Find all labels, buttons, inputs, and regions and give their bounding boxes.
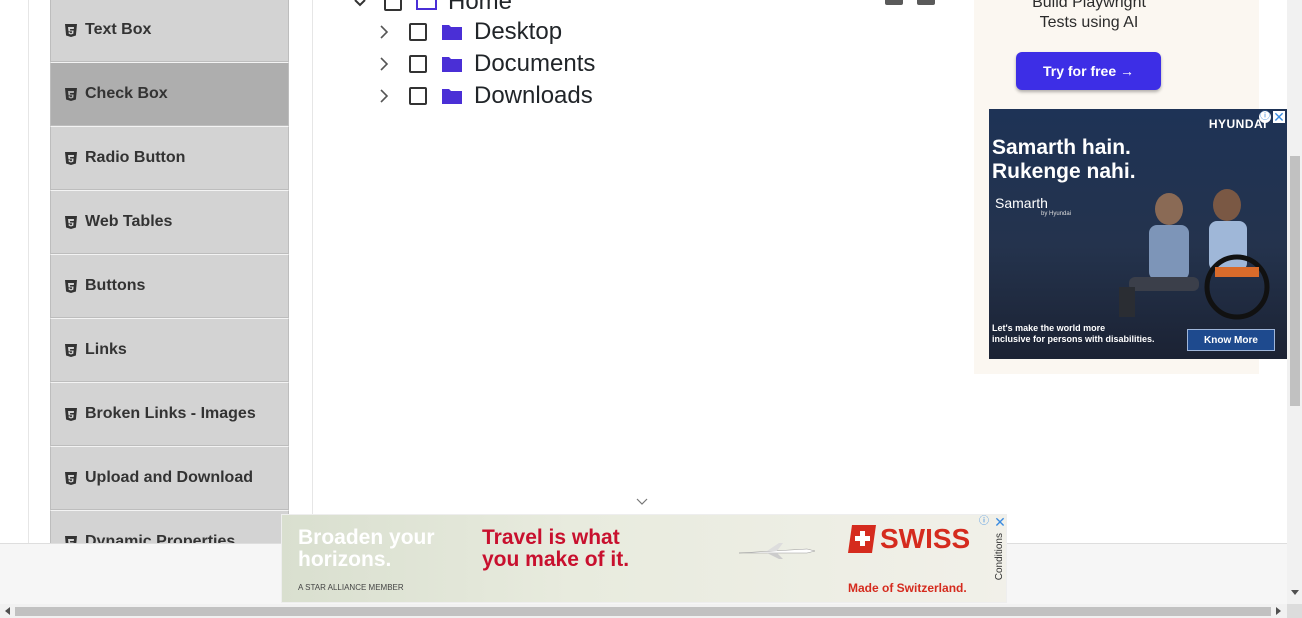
ad-close-icon[interactable]: ✕ (1273, 110, 1285, 124)
html5-icon (65, 471, 77, 485)
tree-node-label: Downloads (474, 82, 593, 109)
tree-node-label: Desktop (474, 18, 563, 45)
ad-headline-left: Broaden your horizons. (298, 526, 435, 571)
html5-icon (65, 23, 77, 37)
horizontal-scrollbar[interactable] (0, 604, 1287, 618)
try-for-free-button[interactable]: Try for free → (1016, 52, 1161, 90)
ad-info-icon[interactable]: ⓘ (978, 516, 990, 528)
html5-icon (65, 279, 77, 293)
scroll-left-arrow-icon[interactable] (5, 607, 10, 615)
sidebar-item-text-box[interactable]: Text Box (50, 0, 289, 62)
html5-icon (65, 151, 77, 165)
tree-node-label: Home (448, 0, 513, 15)
ad-headline-mid: Travel is what you make of it. (482, 526, 630, 571)
folder-icon (442, 25, 462, 40)
sidebar-item-label: Links (85, 341, 127, 358)
sidebar-item-label: Text Box (85, 21, 152, 38)
folder-icon (442, 89, 462, 104)
tree-node-documents: Documents (376, 48, 595, 80)
tree-node-desktop: Desktop (376, 16, 562, 48)
ad-close-icon[interactable]: ✕ (994, 515, 1006, 529)
tree-checkbox[interactable] (384, 0, 402, 11)
html5-icon (65, 407, 77, 421)
swiss-logo: SWISS (848, 523, 970, 555)
tree-checkbox[interactable] (409, 55, 427, 73)
sidebar-item-label: Radio Button (85, 149, 186, 166)
ad-swiss[interactable]: Broaden your horizons. Travel is what yo… (281, 514, 1007, 603)
tree-node-downloads: Downloads (376, 80, 593, 112)
ad-headline: Build Playwright Tests using AI (1032, 0, 1146, 31)
horizontal-scroll-thumb[interactable] (15, 607, 1271, 616)
ad-tagline: Let's make the world more inclusive for … (992, 323, 1155, 344)
ad-photo (1119, 189, 1270, 320)
content-divider (312, 0, 313, 543)
star-alliance-text: A STAR ALLIANCE MEMBER (298, 583, 404, 592)
tree-checkbox[interactable] (409, 23, 427, 41)
sidebar-item-label: Check Box (85, 85, 168, 102)
tree-toolbar (885, 0, 935, 5)
collapse-all-button[interactable] (917, 0, 935, 5)
samarth-brand: Samarth (995, 195, 1048, 211)
sidebar-item-upload-download[interactable]: Upload and Download (50, 446, 289, 510)
chevron-right-icon[interactable] (376, 56, 392, 72)
airplane-image (738, 543, 816, 559)
expand-all-button[interactable] (885, 0, 903, 5)
sidebar-item-label: Buttons (85, 277, 146, 294)
chevron-right-icon[interactable] (376, 24, 392, 40)
swiss-footer-text: Made of Switzerland. (848, 581, 967, 595)
know-more-button[interactable]: Know More (1187, 329, 1275, 351)
conditions-link[interactable]: Conditions (994, 533, 1005, 580)
scroll-right-arrow-icon[interactable] (1276, 607, 1281, 615)
sidebar-menu: Text Box Check Box Radio Button Web Tabl… (50, 0, 289, 574)
sidebar-item-radio-button[interactable]: Radio Button (50, 126, 289, 190)
sidebar-item-broken-links[interactable]: Broken Links - Images (50, 382, 289, 446)
scroll-down-arrow-icon[interactable] (1291, 590, 1299, 595)
chevron-right-icon[interactable] (376, 88, 392, 104)
sidebar-item-web-tables[interactable]: Web Tables (50, 190, 289, 254)
hyundai-logo: HYUNDAI (1208, 117, 1267, 131)
swiss-cross-icon (848, 525, 876, 553)
sidebar-item-label: Upload and Download (85, 469, 253, 486)
scrollbar-corner (1287, 604, 1302, 618)
chevron-down-icon (636, 498, 648, 505)
vertical-scroll-thumb[interactable] (1290, 156, 1300, 406)
vertical-scrollbar[interactable] (1287, 0, 1302, 604)
samarth-brand-sub: by Hyundai (1041, 211, 1072, 217)
chevron-down-icon[interactable] (352, 0, 368, 10)
folder-icon (442, 57, 462, 72)
html5-icon (65, 215, 77, 229)
sidebar-item-links[interactable]: Links (50, 318, 289, 382)
ad-hyundai[interactable]: HYUNDAI Samarth hain. Rukenge nahi. Sama… (989, 109, 1287, 359)
sidebar-item-buttons[interactable]: Buttons (50, 254, 289, 318)
html5-icon (65, 343, 77, 357)
sidebar-item-check-box[interactable]: Check Box (50, 62, 289, 126)
html5-icon (65, 87, 77, 101)
sidebar-divider (28, 0, 29, 543)
sidebar-item-label: Web Tables (85, 213, 173, 230)
tree-node-label: Documents (474, 50, 596, 77)
ad-info-icon[interactable]: ⓘ (1259, 111, 1271, 123)
tree-checkbox[interactable] (409, 87, 427, 105)
folder-open-icon (416, 0, 437, 10)
sidebar-item-label: Broken Links - Images (85, 405, 256, 422)
